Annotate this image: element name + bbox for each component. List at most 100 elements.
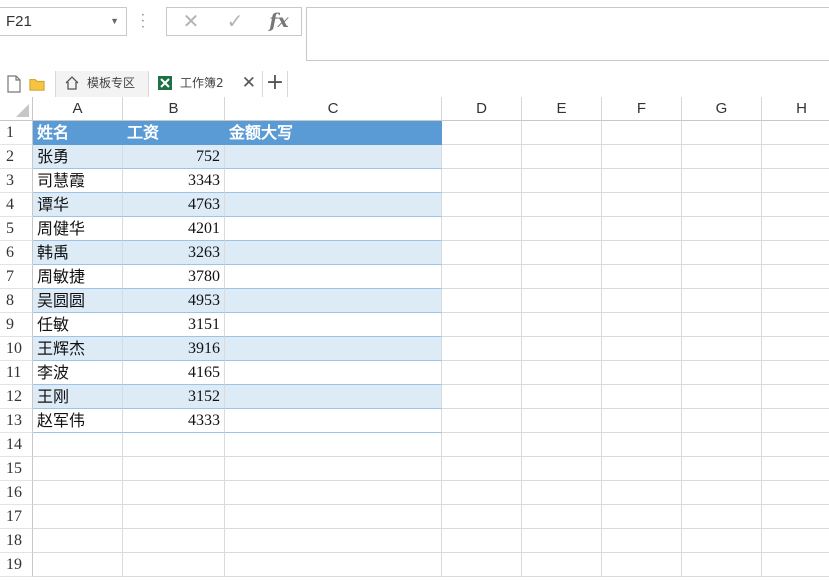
cell-d11[interactable]	[442, 361, 522, 385]
cell-c5[interactable]	[225, 217, 442, 241]
cell-f7[interactable]	[602, 265, 682, 289]
cell-d10[interactable]	[442, 337, 522, 361]
tab-template-zone[interactable]: 模板专区	[55, 71, 149, 97]
cell-e8[interactable]	[522, 289, 602, 313]
cell-b13[interactable]: 4333	[123, 409, 225, 433]
row-header-6[interactable]: 6	[0, 241, 33, 265]
add-tab-button[interactable]: +	[262, 71, 288, 97]
cell-h11[interactable]	[762, 361, 829, 385]
cell-d3[interactable]	[442, 169, 522, 193]
cell-e6[interactable]	[522, 241, 602, 265]
cell-c16[interactable]	[225, 481, 442, 505]
cell-c7[interactable]	[225, 265, 442, 289]
cell-b7[interactable]: 3780	[123, 265, 225, 289]
cell-c4[interactable]	[225, 193, 442, 217]
row-header-12[interactable]: 12	[0, 385, 33, 409]
row-header-4[interactable]: 4	[0, 193, 33, 217]
cell-e16[interactable]	[522, 481, 602, 505]
cell-d18[interactable]	[442, 529, 522, 553]
cell-h8[interactable]	[762, 289, 829, 313]
cell-f2[interactable]	[602, 145, 682, 169]
cell-h4[interactable]	[762, 193, 829, 217]
cell-a17[interactable]	[33, 505, 123, 529]
cell-h16[interactable]	[762, 481, 829, 505]
cell-e3[interactable]	[522, 169, 602, 193]
column-header-b[interactable]: B	[123, 97, 225, 121]
name-box[interactable]: F21 ▼	[0, 7, 127, 36]
cell-g9[interactable]	[682, 313, 762, 337]
cell-d4[interactable]	[442, 193, 522, 217]
cell-b9[interactable]: 3151	[123, 313, 225, 337]
cell-b5[interactable]: 4201	[123, 217, 225, 241]
cell-h2[interactable]	[762, 145, 829, 169]
row-header-5[interactable]: 5	[0, 217, 33, 241]
cell-h17[interactable]	[762, 505, 829, 529]
cell-c12[interactable]	[225, 385, 442, 409]
cell-h13[interactable]	[762, 409, 829, 433]
folder-icon[interactable]	[29, 75, 45, 93]
cell-f3[interactable]	[602, 169, 682, 193]
cell-d6[interactable]	[442, 241, 522, 265]
cell-g1[interactable]	[682, 121, 762, 145]
cell-b19[interactable]	[123, 553, 225, 577]
cell-e5[interactable]	[522, 217, 602, 241]
cell-b11[interactable]: 4165	[123, 361, 225, 385]
cell-g16[interactable]	[682, 481, 762, 505]
cell-h5[interactable]	[762, 217, 829, 241]
cell-f4[interactable]	[602, 193, 682, 217]
column-header-d[interactable]: D	[442, 97, 522, 121]
cell-f19[interactable]	[602, 553, 682, 577]
cell-a12[interactable]: 王刚	[33, 385, 123, 409]
cell-g10[interactable]	[682, 337, 762, 361]
cell-a6[interactable]: 韩禹	[33, 241, 123, 265]
column-header-h[interactable]: H	[762, 97, 829, 121]
cell-a16[interactable]	[33, 481, 123, 505]
cell-b3[interactable]: 3343	[123, 169, 225, 193]
row-header-1[interactable]: 1	[0, 121, 33, 145]
cell-b16[interactable]	[123, 481, 225, 505]
cell-g6[interactable]	[682, 241, 762, 265]
row-header-3[interactable]: 3	[0, 169, 33, 193]
cell-f11[interactable]	[602, 361, 682, 385]
cancel-icon[interactable]: ✕	[171, 8, 211, 35]
row-header-19[interactable]: 19	[0, 553, 33, 577]
cell-h15[interactable]	[762, 457, 829, 481]
cell-e17[interactable]	[522, 505, 602, 529]
cell-e4[interactable]	[522, 193, 602, 217]
cell-a15[interactable]	[33, 457, 123, 481]
cell-c1[interactable]: 金额大写	[225, 121, 442, 145]
new-file-icon[interactable]	[6, 75, 22, 93]
cell-d7[interactable]	[442, 265, 522, 289]
cell-e14[interactable]	[522, 433, 602, 457]
row-header-7[interactable]: 7	[0, 265, 33, 289]
cell-b17[interactable]	[123, 505, 225, 529]
cell-f17[interactable]	[602, 505, 682, 529]
column-header-a[interactable]: A	[33, 97, 123, 121]
cell-b15[interactable]	[123, 457, 225, 481]
cell-d17[interactable]	[442, 505, 522, 529]
formula-input[interactable]	[306, 7, 829, 61]
row-header-13[interactable]: 13	[0, 409, 33, 433]
cell-b10[interactable]: 3916	[123, 337, 225, 361]
cell-c13[interactable]	[225, 409, 442, 433]
cell-a9[interactable]: 任敏	[33, 313, 123, 337]
cell-c10[interactable]	[225, 337, 442, 361]
cell-d15[interactable]	[442, 457, 522, 481]
cell-a11[interactable]: 李波	[33, 361, 123, 385]
row-header-2[interactable]: 2	[0, 145, 33, 169]
cell-a3[interactable]: 司慧霞	[33, 169, 123, 193]
cell-a8[interactable]: 吴圆圆	[33, 289, 123, 313]
cell-h3[interactable]	[762, 169, 829, 193]
row-header-10[interactable]: 10	[0, 337, 33, 361]
cell-e19[interactable]	[522, 553, 602, 577]
cell-b12[interactable]: 3152	[123, 385, 225, 409]
cell-f18[interactable]	[602, 529, 682, 553]
cell-e15[interactable]	[522, 457, 602, 481]
column-header-g[interactable]: G	[682, 97, 762, 121]
cell-g17[interactable]	[682, 505, 762, 529]
cell-f1[interactable]	[602, 121, 682, 145]
cell-a18[interactable]	[33, 529, 123, 553]
cell-d12[interactable]	[442, 385, 522, 409]
cell-f15[interactable]	[602, 457, 682, 481]
cell-h6[interactable]	[762, 241, 829, 265]
